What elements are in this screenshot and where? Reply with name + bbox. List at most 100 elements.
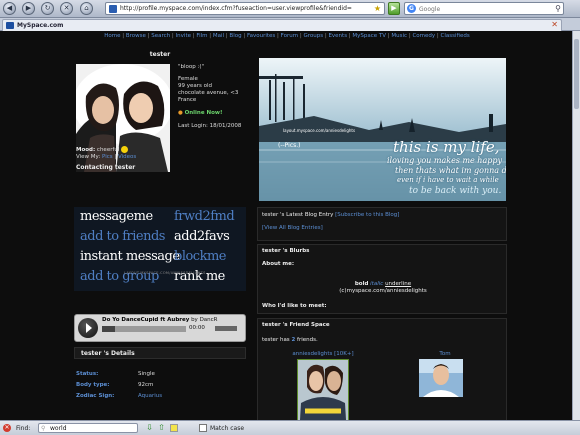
progress-bar[interactable] <box>102 326 186 332</box>
tab-myspace[interactable]: MySpace.com ✕ <box>2 19 562 31</box>
profile-banner: layout.myspace.com/anniesdelights (--Pic… <box>259 58 506 201</box>
nav-link-mail[interactable]: Mail <box>213 33 224 39</box>
nav-link-music[interactable]: Music <box>391 33 407 39</box>
highlight-all-icon[interactable] <box>170 424 178 432</box>
profile-gender: Female <box>178 76 198 82</box>
mood-label: Mood: <box>76 147 96 153</box>
contact-box: messageme frwd2fmd add to friends add2favs i… <box>74 207 246 291</box>
details-value: 92cm <box>138 382 154 388</box>
search-icon[interactable]: ⚲ <box>555 3 561 14</box>
home-icon[interactable]: ⌂ <box>80 2 93 15</box>
contact-frwd2fmd-button[interactable]: frwd2fmd <box>174 209 235 224</box>
view-all-blog-link[interactable]: [View All Blog Entries] <box>262 225 323 231</box>
search-bar[interactable]: G ⚲ <box>404 2 564 15</box>
nav-link-invite[interactable]: Invite <box>176 33 191 39</box>
nav-link-film[interactable]: Film <box>196 33 207 39</box>
contacting-title: Contacting tester <box>76 164 136 171</box>
play-button[interactable] <box>78 318 98 338</box>
find-label: Find: <box>16 425 31 432</box>
profile-age: 99 years old <box>178 83 213 89</box>
volume-slider[interactable] <box>215 326 237 331</box>
blurb-copyright: (c)myspace.com/anniesdelights <box>339 288 427 294</box>
progress-fill <box>102 326 115 332</box>
subscribe-link[interactable]: [Subscribe to this Blog] <box>335 212 399 218</box>
online-status: ● Online Now! <box>178 110 246 117</box>
blog-section: tester 's Latest Blog Entry [Subscribe t… <box>257 207 507 241</box>
blurb-underline: underline <box>385 281 412 287</box>
nav-link-search[interactable]: Search <box>151 33 170 39</box>
close-tab-icon[interactable]: ✕ <box>551 20 558 30</box>
friend-count-line: tester has 2 friends. <box>262 337 318 343</box>
address-bar[interactable]: http://profile.myspace.com/index.cfm?fus… <box>105 2 385 15</box>
banner-line-3: then thats what im gonna do <box>395 166 506 175</box>
contact-add2favs-button[interactable]: add2favs <box>174 229 230 244</box>
nav-link-events[interactable]: Events <box>328 33 347 39</box>
mood-value: cheerful <box>96 147 120 153</box>
blog-view-all-line: [View All Blog Entries] <box>262 225 323 231</box>
last-login: Last Login: 18/01/2008 <box>178 123 246 130</box>
vertical-scrollbar[interactable] <box>572 31 580 420</box>
close-find-icon[interactable]: ✕ <box>3 424 11 432</box>
nav-link-favourites[interactable]: Favourites <box>247 33 275 39</box>
friend-name-1[interactable]: anniesdelights [10K+] <box>288 351 358 357</box>
find-next-icon[interactable]: ⇩ <box>145 423 154 433</box>
profile-country: France <box>178 97 197 103</box>
profile-quote: "bloop :(" <box>178 64 205 70</box>
blog-latest-line: tester 's Latest Blog Entry [Subscribe t… <box>262 212 399 218</box>
banner-pics-label: (--Pics.) <box>278 142 301 149</box>
nav-link-forum[interactable]: Forum <box>281 33 298 39</box>
go-button[interactable]: ▶ <box>388 2 400 15</box>
url-text[interactable]: http://profile.myspace.com/index.cfm?fus… <box>120 4 370 14</box>
friend-photo-1[interactable]: ♥ <box>297 359 349 420</box>
friend-count: 2 <box>291 337 296 343</box>
site-nav: Home | Browse | Search | Invite | Film |… <box>102 33 472 39</box>
song-title: Do Yo DanceCupid ft Aubrey <box>102 317 190 323</box>
contact-add-to-friends-button[interactable]: add to friends <box>80 229 165 244</box>
find-input[interactable]: ⚲ world <box>38 423 138 433</box>
mood-line: Mood: cheerful <box>76 146 129 153</box>
nav-link-myspace-tv[interactable]: MySpace TV <box>352 33 386 39</box>
online-figure-icon: ● <box>178 110 183 116</box>
nav-link-home[interactable]: Home <box>104 33 120 39</box>
find-query[interactable]: world <box>50 424 67 433</box>
tab-label: MySpace.com <box>17 22 64 29</box>
find-previous-icon[interactable]: ⇧ <box>157 423 166 433</box>
about-me-label: About me: <box>262 261 295 267</box>
nav-link-blog[interactable]: Blog <box>229 33 241 39</box>
find-magnifier-icon: ⚲ <box>41 425 46 432</box>
nav-link-comedy[interactable]: Comedy <box>412 33 435 39</box>
site-favicon-icon <box>109 5 117 13</box>
blog-latest-label: tester 's Latest Blog Entry <box>262 212 334 218</box>
music-player: Do Yo DanceCupid ft Aubrey by DancR 00:0… <box>74 314 246 342</box>
banner-line-1: this is my life, <box>393 138 500 156</box>
pics-link[interactable]: Pics <box>102 154 113 160</box>
nav-link-classifieds[interactable]: Classifieds <box>441 33 470 39</box>
player-track: Do Yo DanceCupid ft Aubrey by DancR <box>102 317 218 323</box>
friend-photo-2[interactable] <box>419 359 463 397</box>
scrollbar-thumb[interactable] <box>574 39 579 109</box>
forward-icon[interactable]: ▶ <box>22 2 35 15</box>
back-icon[interactable]: ◀ <box>3 2 16 15</box>
nav-link-groups[interactable]: Groups <box>303 33 323 39</box>
details-value[interactable]: Aquarius <box>138 393 162 399</box>
contact-messageme-button[interactable]: messageme <box>80 209 153 224</box>
friend-name-2[interactable]: Tom <box>410 351 480 357</box>
nav-link-browse[interactable]: Browse <box>126 33 146 39</box>
bookmark-star-icon[interactable]: ★ <box>374 3 381 14</box>
smiley-icon <box>121 146 129 153</box>
contact-instant-message-button[interactable]: instant message <box>80 249 180 264</box>
match-case-checkbox[interactable] <box>199 424 207 432</box>
search-engine-icon[interactable]: G <box>407 4 416 13</box>
page-viewport: Home | Browse | Search | Invite | Film |… <box>0 31 572 420</box>
match-case-label: Match case <box>210 425 245 432</box>
blurbs-section: tester 's Blurbs About me: bold italic u… <box>257 244 507 314</box>
reload-icon[interactable]: ↻ <box>41 2 54 15</box>
banner-small-text: layout.myspace.com/anniesdelights <box>283 128 356 133</box>
contact-blockme-button[interactable]: blockme <box>174 249 227 264</box>
stop-icon[interactable]: ✕ <box>60 2 73 15</box>
search-input[interactable] <box>419 4 539 14</box>
details-key: Body type: <box>76 382 110 388</box>
last-login-date: 18/01/2008 <box>209 123 242 129</box>
profile-name: tester <box>149 51 171 58</box>
videos-link[interactable]: Videos <box>118 154 136 160</box>
